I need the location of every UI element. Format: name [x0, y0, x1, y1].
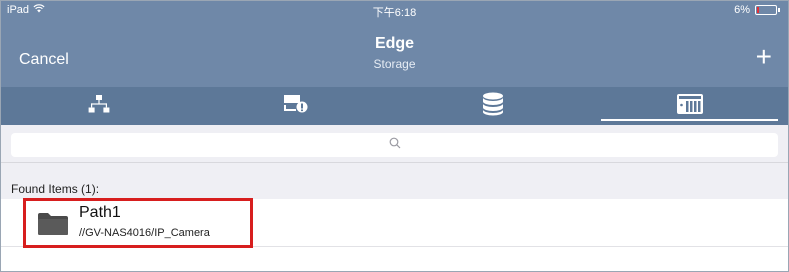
highlight-box [23, 198, 253, 248]
status-time: 下午6:18 [372, 7, 417, 19]
battery-icon [755, 5, 777, 15]
tab-bar [1, 87, 788, 125]
page-subtitle: Storage [373, 57, 416, 71]
battery-tip [778, 8, 780, 12]
tab-database[interactable] [395, 87, 592, 125]
battery-percent: 6% [734, 4, 750, 16]
nas-storage-icon [676, 93, 704, 120]
battery-indicator: 6% [734, 4, 780, 16]
top-bar: iPad 下午6:18 6% Cancel Edge Storage + [1, 1, 788, 87]
tab-network[interactable] [1, 87, 198, 125]
page-title: Edge [374, 35, 415, 52]
device-settings-icon [283, 94, 309, 119]
navigation-bar: Cancel Edge Storage + [1, 19, 788, 87]
network-tree-icon [88, 94, 110, 118]
database-icon [482, 92, 504, 121]
found-items-label: Found Items (1): [11, 182, 100, 196]
search-input[interactable] [11, 133, 778, 157]
add-button[interactable]: + [756, 43, 772, 71]
tab-device-settings[interactable] [198, 87, 395, 125]
search-icon [389, 136, 401, 154]
search-area [1, 125, 788, 163]
tab-nas-storage[interactable] [591, 87, 788, 125]
app-window: iPad 下午6:18 6% Cancel Edge Storage + Fou… [0, 0, 789, 272]
section-header: Found Items (1): [1, 163, 788, 199]
status-bar: iPad 下午6:18 6% [1, 1, 788, 19]
